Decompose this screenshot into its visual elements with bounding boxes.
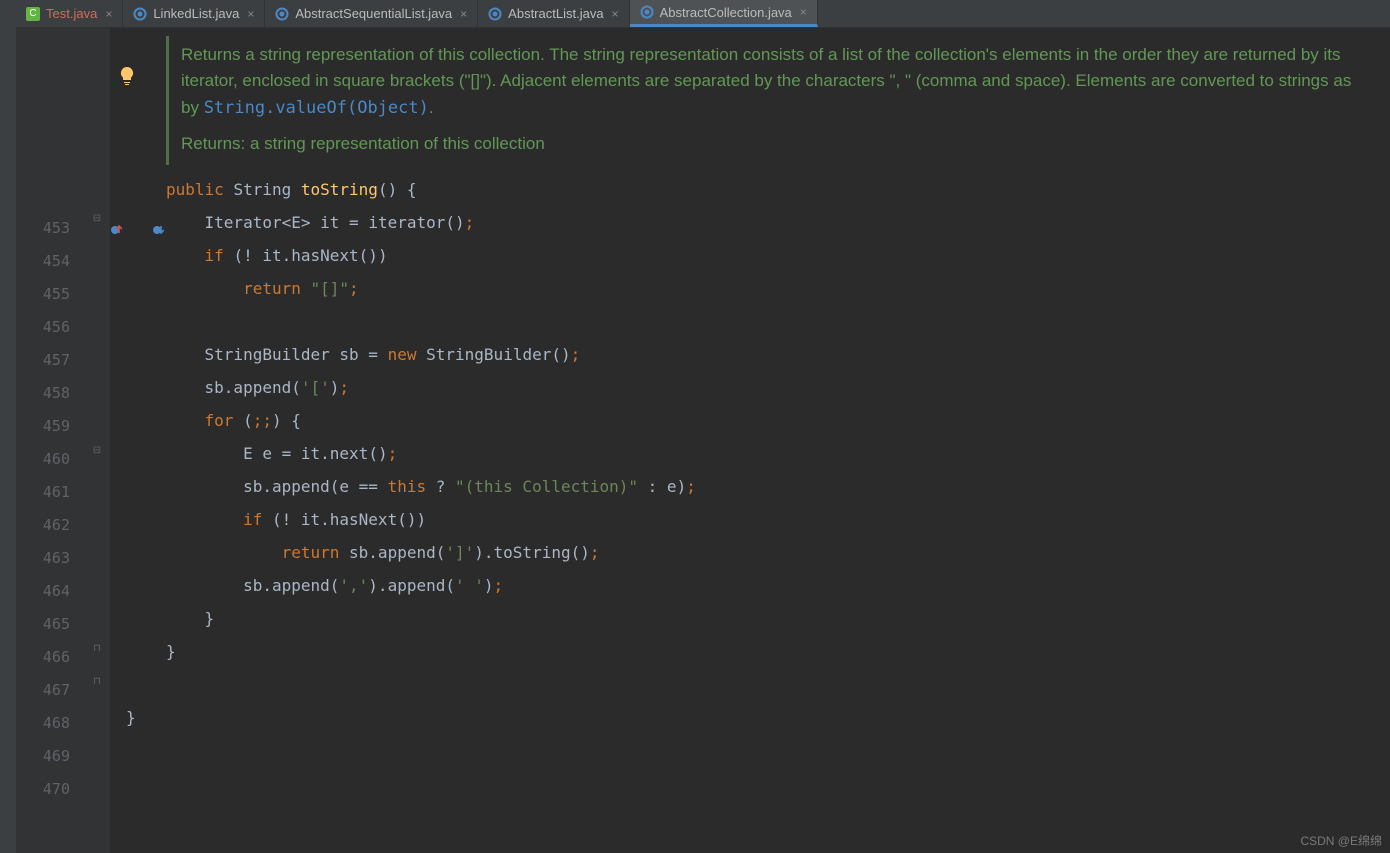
line-number[interactable]: 465 [16,608,86,641]
editor-scrollbar[interactable] [1376,28,1390,853]
java-lib-class-icon [640,5,654,19]
code-line[interactable]: sb.append(',').append(' '); [166,569,1390,602]
fold-end-icon[interactable]: ⊓ [90,642,104,656]
fold-column: ⊟ ⊟ ⊓ ⊓ [86,28,110,853]
tab-label: AbstractCollection.java [660,5,792,20]
editor-tabs: C Test.java × LinkedList.java × Abstract… [16,0,1390,28]
code-line[interactable]: } [166,635,1390,668]
java-lib-class-icon [488,7,502,21]
tab-linkedlist[interactable]: LinkedList.java × [123,0,265,27]
code-line[interactable]: if (! it.hasNext()) [166,239,1390,272]
fold-end-icon[interactable]: ⊓ [90,675,104,689]
close-icon[interactable]: × [247,7,254,21]
code-line[interactable]: Iterator<E> it = iterator(); [166,206,1390,239]
intention-bulb-icon[interactable] [117,66,137,86]
java-class-icon: C [26,7,40,21]
line-number[interactable]: 457 [16,344,86,377]
tab-abstractcollection[interactable]: AbstractCollection.java × [630,0,818,27]
javadoc-body: Returns a string representation of this … [181,45,1351,117]
code-line[interactable]: for (;;) { [166,404,1390,437]
code-line[interactable]: public String toString() { [166,173,1390,206]
line-number[interactable]: 454 [16,245,86,278]
line-number[interactable]: 468 [16,707,86,740]
code-line[interactable]: return "[]"; [166,272,1390,305]
gutter[interactable]: 453 454 455 456 457 458 459 460 461 462 … [16,28,86,853]
line-number[interactable]: 467 [16,674,86,707]
code-line[interactable]: return sb.append(']').toString(); [166,536,1390,569]
code-line[interactable]: sb.append('['); [166,371,1390,404]
close-icon[interactable]: × [105,7,112,21]
watermark: CSDN @E绵绵 [1300,832,1382,849]
line-number[interactable]: 458 [16,377,86,410]
code-line[interactable]: } [166,602,1390,635]
line-number[interactable]: 456 [16,311,86,344]
tab-abstractlist[interactable]: AbstractList.java × [478,0,629,27]
line-number[interactable]: 459 [16,410,86,443]
java-lib-class-icon [133,7,147,21]
line-number[interactable]: 453 [16,212,86,245]
line-number[interactable]: 463 [16,542,86,575]
close-icon[interactable]: × [612,7,619,21]
editor: 453 454 455 456 457 458 459 460 461 462 … [16,28,1390,853]
code-line[interactable]: } [126,701,1390,734]
java-lib-class-icon [275,7,289,21]
close-icon[interactable]: × [460,7,467,21]
tab-label: LinkedList.java [153,6,239,21]
line-number[interactable]: 466 [16,641,86,674]
code-line[interactable]: StringBuilder sb = new StringBuilder(); [166,338,1390,371]
close-icon[interactable]: × [800,5,807,19]
line-number[interactable]: 469 [16,740,86,773]
javadoc-link[interactable]: String.valueOf(Object) [204,98,429,118]
code-area[interactable]: Returns a string representation of this … [110,28,1390,853]
line-number[interactable]: 470 [16,773,86,806]
line-number[interactable]: 461 [16,476,86,509]
tab-label: Test.java [46,6,97,21]
tab-abstractsequentiallist[interactable]: AbstractSequentialList.java × [265,0,478,27]
line-number[interactable]: 455 [16,278,86,311]
code-line[interactable]: sb.append(e == this ? "(this Collection)… [166,470,1390,503]
code-line[interactable]: E e = it.next(); [166,437,1390,470]
tab-label: AbstractList.java [508,6,603,21]
code-line[interactable] [166,734,1390,767]
fold-handle-icon[interactable]: ⊟ [90,212,104,226]
line-number[interactable]: 464 [16,575,86,608]
code-line[interactable] [166,305,1390,338]
code-line[interactable]: if (! it.hasNext()) [166,503,1390,536]
project-tool-stripe[interactable] [0,0,16,853]
code-line[interactable] [166,668,1390,701]
fold-handle-icon[interactable]: ⊟ [90,444,104,458]
line-number[interactable]: 460 [16,443,86,476]
javadoc-rendered: Returns a string representation of this … [166,36,1366,165]
tab-label: AbstractSequentialList.java [295,6,452,21]
tab-test[interactable]: C Test.java × [16,0,123,27]
line-number[interactable]: 462 [16,509,86,542]
javadoc-returns: Returns: a string representation of this… [181,131,1354,157]
